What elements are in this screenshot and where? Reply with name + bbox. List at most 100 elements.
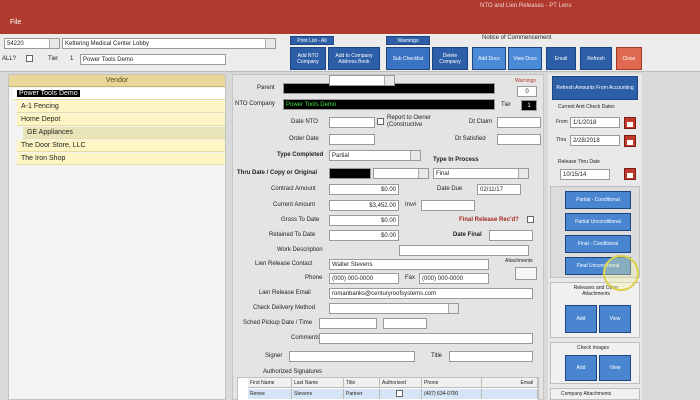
signer-phone[interactable]: (407) 634-0700	[422, 389, 482, 399]
fax-field[interactable]: (000) 000-0000	[419, 273, 489, 284]
from-date-field[interactable]: 1/1/2018	[570, 117, 620, 128]
dt-satisfied-label: Dt Satisfied	[455, 136, 486, 142]
parent-label: Parent	[257, 85, 275, 91]
refresh-amounts-button[interactable]: Refresh Amounts From Accounting	[552, 76, 638, 100]
attachments-add-button[interactable]: Add	[565, 305, 597, 333]
top-toolbar: 54220 Kettering Medical Center Lobby ALL…	[0, 34, 700, 72]
column-header[interactable]: Last Name	[292, 378, 344, 388]
release-thru-date-label: Release Thru Date	[558, 159, 600, 165]
signer-authorized[interactable]	[380, 389, 422, 399]
print-list-button[interactable]: Print List - All	[290, 36, 334, 45]
comments-label: Comments	[291, 335, 321, 341]
column-header[interactable]: Phone	[422, 378, 482, 388]
column-header[interactable]: Email	[482, 378, 538, 388]
check-delivery-select[interactable]	[329, 303, 459, 314]
job-name-value: Kettering Medical Center Lobby	[65, 41, 150, 47]
company-attachments-group: Company Attachments	[550, 388, 640, 400]
warnings-button[interactable]: Warnings	[386, 36, 430, 45]
final-conditional-button[interactable]: Final - Conditional	[565, 235, 631, 253]
work-description-select[interactable]	[329, 75, 395, 86]
report-to-owner-label: Report to Owner (Constructive	[387, 115, 432, 128]
calendar-icon[interactable]	[624, 135, 636, 147]
vendor-item-label: A-1 Fencing	[21, 103, 59, 110]
vendor-item[interactable]: GE Appliances	[23, 127, 225, 139]
refresh-button[interactable]: Refresh	[580, 47, 612, 70]
attachments-field[interactable]	[515, 267, 537, 280]
contract-amount-field[interactable]: $0.00	[329, 184, 399, 195]
check-images-view-button[interactable]: View	[599, 355, 631, 381]
final-release-checkbox[interactable]	[527, 216, 534, 223]
add-address-book-button[interactable]: Add to Company Address Book	[328, 47, 380, 70]
signer-email[interactable]	[482, 389, 538, 399]
sched-pickup-date-field[interactable]	[319, 318, 377, 329]
order-date-field[interactable]	[329, 134, 375, 145]
thru-date-field[interactable]	[329, 168, 371, 179]
column-header[interactable]: First Name	[248, 378, 292, 388]
thru-date-label: Thru Date / Copy or Original	[237, 170, 318, 176]
menu-file[interactable]: File	[10, 19, 21, 26]
menu-bar: File	[0, 14, 700, 34]
date-final-field[interactable]	[489, 230, 533, 241]
add-docs-button[interactable]: Add Docs	[472, 47, 506, 70]
dt-satisfied-field[interactable]	[497, 134, 541, 145]
view-docs-button[interactable]: View Docs	[508, 47, 542, 70]
column-header[interactable]: Authorized	[380, 378, 422, 388]
gross-to-date-field[interactable]: $0.00	[329, 215, 399, 226]
job-name-select[interactable]: Kettering Medical Center Lobby	[62, 38, 276, 49]
vendor-item[interactable]: Power Tools Demo	[13, 88, 225, 100]
sched-pickup-time-field[interactable]	[383, 318, 427, 329]
dt-claim-field[interactable]	[497, 117, 541, 128]
nto-company-field[interactable]: Power Tools Demo	[283, 99, 495, 110]
type-completed-select[interactable]: Partial	[329, 150, 421, 161]
date-due-field[interactable]: 02/11/17	[477, 184, 521, 195]
current-amount-field[interactable]: $3,452.00	[329, 200, 399, 211]
signer-last-name[interactable]: Stevens	[292, 389, 344, 399]
tier-field[interactable]: 1	[521, 100, 537, 111]
thru-date-field[interactable]: 2/28/2018	[570, 135, 620, 146]
calendar-icon[interactable]	[624, 117, 636, 129]
comments-field[interactable]	[319, 333, 533, 344]
fax-label: Fax	[405, 275, 416, 281]
signer-first-name[interactable]: Renee	[248, 389, 292, 399]
releases-attachments-group: Releases and Other Attachments Add View	[550, 282, 640, 338]
vendor-item[interactable]: The Iron Shop	[17, 153, 225, 165]
partial-conditional-button[interactable]: Partial - Conditional	[565, 191, 631, 209]
signer-title[interactable]: Partner	[344, 389, 380, 399]
sub-checklist-button[interactable]: Sub Checklist	[386, 47, 430, 70]
job-number-select[interactable]: 54220	[4, 38, 60, 49]
check-images-add-button[interactable]: Add	[565, 355, 597, 381]
authorized-checkbox[interactable]	[396, 390, 403, 397]
lien-contact-field[interactable]: Walter Stevens	[329, 259, 489, 270]
retained-to-date-field[interactable]: $0.00	[329, 230, 399, 241]
type-in-process-select[interactable]: Final	[433, 168, 529, 179]
partial-unconditional-button[interactable]: Partial Unconditional	[565, 213, 631, 231]
inv-field[interactable]	[421, 200, 475, 211]
phone-field[interactable]: (000) 000-0000	[329, 273, 399, 284]
close-button[interactable]: Close	[616, 47, 642, 70]
title-field[interactable]	[449, 351, 533, 362]
contract-amount-label: Contract Amount	[271, 186, 316, 192]
release-thru-date-field[interactable]: 10/15/14	[560, 169, 610, 180]
final-release-label: Final Release Rec'd?	[459, 217, 519, 223]
add-nto-company-button[interactable]: Add NTO Company	[290, 47, 326, 70]
phone-value: (000) 000-0000	[332, 276, 374, 282]
lien-contact-value: Walter Stevens	[332, 262, 373, 268]
delete-company-button[interactable]: Delete Company	[432, 47, 468, 70]
report-to-owner-checkbox[interactable]	[377, 118, 384, 125]
email-button[interactable]: Email	[546, 47, 576, 70]
signer-field[interactable]	[289, 351, 415, 362]
lien-email-field[interactable]: romanbanks@centuryroofsystems.com	[329, 288, 533, 299]
date-nto-field[interactable]	[329, 117, 375, 128]
copy-original-select[interactable]	[373, 168, 429, 179]
calendar-icon[interactable]	[624, 168, 636, 180]
vendor-name-field[interactable]: Power Tools Demo	[80, 54, 226, 65]
work-description-field[interactable]	[399, 245, 529, 256]
vendor-item[interactable]: Home Depot	[17, 114, 225, 126]
column-header[interactable]: Title	[344, 378, 380, 388]
vendor-item[interactable]: The Door Store, LLC	[17, 140, 225, 152]
attachments-view-button[interactable]: View	[599, 305, 631, 333]
all-label: ALL?	[2, 56, 17, 62]
check-delivery-label: Check Delivery Method	[253, 305, 316, 311]
all-checkbox[interactable]	[26, 55, 33, 62]
vendor-item[interactable]: A-1 Fencing	[17, 101, 225, 113]
